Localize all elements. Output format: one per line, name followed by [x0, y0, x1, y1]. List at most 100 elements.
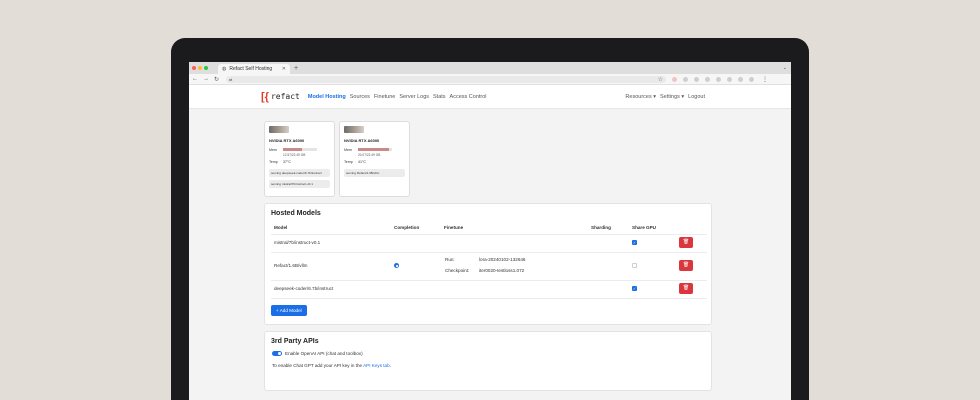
extension-icon[interactable]	[672, 76, 678, 82]
refact-logo-text[interactable]: refact	[271, 92, 300, 101]
extension-icon[interactable]	[738, 76, 744, 82]
mem-label: Mem	[344, 148, 352, 152]
col-header-sharding: Sharding	[591, 225, 611, 230]
gpu-temp-row: Temp 41°C	[344, 160, 405, 164]
forward-arrow-icon[interactable]: →	[203, 76, 209, 82]
col-header-completion: Completion	[394, 225, 420, 230]
address-bar[interactable]: ⇄ ☆	[226, 75, 667, 83]
browser-tab[interactable]: ◍ Refact Self Hosting ✕	[218, 64, 290, 74]
extension-icon[interactable]	[705, 76, 711, 82]
address-toolbar: ← → ↻ ⇄ ☆ ⋮	[189, 74, 791, 85]
delete-model-button[interactable]: 🗑	[679, 260, 693, 271]
api-key-hint-suffix: .	[389, 363, 391, 368]
extension-icon[interactable]	[749, 76, 755, 82]
api-keys-tab-link[interactable]: API Keys tab	[363, 363, 390, 368]
gpu-image	[344, 126, 364, 133]
openai-api-toggle[interactable]	[272, 351, 282, 356]
browser-menu-icon[interactable]: ⋮	[762, 76, 768, 83]
refact-logo-icon[interactable]: [{	[261, 91, 269, 103]
temp-label: Temp	[269, 160, 278, 164]
col-header-model: Model	[274, 225, 288, 230]
share-gpu-checkbox[interactable]	[632, 263, 637, 268]
minimize-window-button[interactable]	[198, 66, 202, 70]
mem-text: 12.57/22.49 GB	[283, 153, 306, 157]
new-tab-button[interactable]: +	[294, 65, 298, 72]
serving-badge: serving deepseek-coder/6.7b/instruct	[269, 169, 330, 177]
finetune-checkpoint-label: Checkpoint:	[445, 268, 470, 273]
extension-icon[interactable]	[727, 76, 733, 82]
gpu-mem-row: Mem	[344, 148, 405, 152]
nav-server-logs[interactable]: Server Logs	[399, 94, 429, 100]
mem-bar-fill	[358, 148, 390, 151]
close-tab-icon[interactable]: ✕	[282, 66, 286, 72]
third-party-apis-panel: 3rd Party APIs Enable OpenAI API (chat a…	[264, 331, 712, 391]
gpu-card: NVIDIA RTX A6000 Mem 20.07/22.49 GB Temp…	[339, 121, 410, 197]
delete-model-button[interactable]: 🗑	[679, 283, 693, 294]
maximize-window-button[interactable]	[204, 66, 208, 70]
model-name: mistral/7b/instruct-v0.1	[274, 240, 321, 245]
gpu-image	[269, 126, 289, 133]
bookmark-star-icon[interactable]: ☆	[658, 76, 663, 83]
api-key-hint: To enable Chat GPT add your API key in t…	[272, 363, 391, 368]
gpu-temp-row: Temp 37°C	[269, 160, 330, 164]
share-gpu-checkbox[interactable]: ✓	[632, 286, 637, 291]
app-navbar: [{ refact Model Hosting Sources Finetune…	[189, 85, 791, 109]
add-model-button[interactable]: + Add Model	[271, 305, 307, 316]
temp-value: 37°C	[283, 160, 292, 164]
delete-model-button[interactable]: 🗑	[679, 237, 693, 248]
row-divider	[271, 252, 707, 253]
nav-logout[interactable]: Logout	[688, 94, 705, 100]
globe-icon: ◍	[222, 66, 227, 72]
gpu-name: NVIDIA RTX A6000	[344, 138, 380, 143]
temp-label: Temp	[344, 160, 353, 164]
nav-finetune[interactable]: Finetune	[374, 94, 395, 100]
gpu-name: NVIDIA RTX A6000	[269, 138, 305, 143]
nav-settings-dropdown[interactable]: Settings ▾	[660, 94, 684, 100]
row-divider	[271, 298, 707, 299]
finetune-run-label: Run:	[445, 257, 455, 262]
mem-label: Mem	[269, 148, 277, 152]
share-gpu-checkbox[interactable]: ✓	[632, 240, 637, 245]
openai-api-toggle-label: Enable OpenAI API (chat and toolbox)	[285, 351, 363, 356]
col-header-share-gpu: Share GPU	[632, 225, 656, 230]
temp-value: 41°C	[358, 160, 367, 164]
reload-icon[interactable]: ↻	[214, 76, 219, 83]
site-info-icon[interactable]: ⇄	[229, 77, 232, 82]
gpu-card: NVIDIA RTX A6000 Mem 12.57/22.49 GB Temp…	[264, 121, 335, 197]
finetune-run-value: lora-20240102-132646	[479, 257, 526, 262]
row-divider	[271, 280, 707, 281]
extension-icon[interactable]	[716, 76, 722, 82]
trash-icon: 🗑	[682, 262, 690, 268]
row-divider	[271, 234, 707, 235]
mem-text: 20.07/22.49 GB	[358, 153, 381, 157]
nav-stats[interactable]: Stats	[433, 94, 446, 100]
model-name: deepseek-coder/6.7b/instruct	[274, 286, 334, 291]
gpu-mem-row: Mem	[269, 148, 330, 152]
close-window-button[interactable]	[192, 66, 196, 70]
back-arrow-icon[interactable]: ←	[192, 76, 198, 82]
hosted-models-panel: Hosted Models Model Completion Finetune …	[264, 203, 712, 325]
trash-icon: 🗑	[682, 239, 690, 245]
nav-right-group: Resources ▾ Settings ▾ Logout	[625, 94, 709, 100]
tab-title: Refact Self Hosting	[229, 66, 273, 72]
mem-bar	[283, 148, 317, 151]
nav-access-control[interactable]: Access Control	[450, 94, 487, 100]
hosted-models-title: Hosted Models	[271, 210, 321, 217]
finetune-checkpoint-value: iter0020-testloss1.072	[479, 268, 525, 273]
api-key-hint-text: To enable Chat GPT add your API key in t…	[272, 363, 364, 368]
completion-radio[interactable]	[394, 263, 399, 268]
nav-resources-dropdown[interactable]: Resources ▾	[625, 94, 656, 100]
mem-bar-fill	[283, 148, 303, 151]
extension-icon[interactable]	[683, 76, 689, 82]
browser-window: ◍ Refact Self Hosting ✕ + ⌄ ← → ↻ ⇄ ☆ ⋮	[189, 62, 791, 400]
trash-icon: 🗑	[682, 285, 690, 291]
tab-list-chevron-icon[interactable]: ⌄	[783, 65, 787, 71]
tab-bar: ◍ Refact Self Hosting ✕ + ⌄	[189, 62, 791, 74]
nav-model-hosting[interactable]: Model Hosting	[308, 94, 346, 100]
extension-icon[interactable]	[694, 76, 700, 82]
col-header-finetune: Finetune	[444, 225, 464, 230]
serving-badge: serving mistral/7b/instruct-v0.1	[269, 180, 330, 188]
mem-bar	[358, 148, 392, 151]
nav-sources[interactable]: Sources	[350, 94, 370, 100]
serving-badge: serving Refact/1.6B/vllm	[344, 169, 405, 177]
